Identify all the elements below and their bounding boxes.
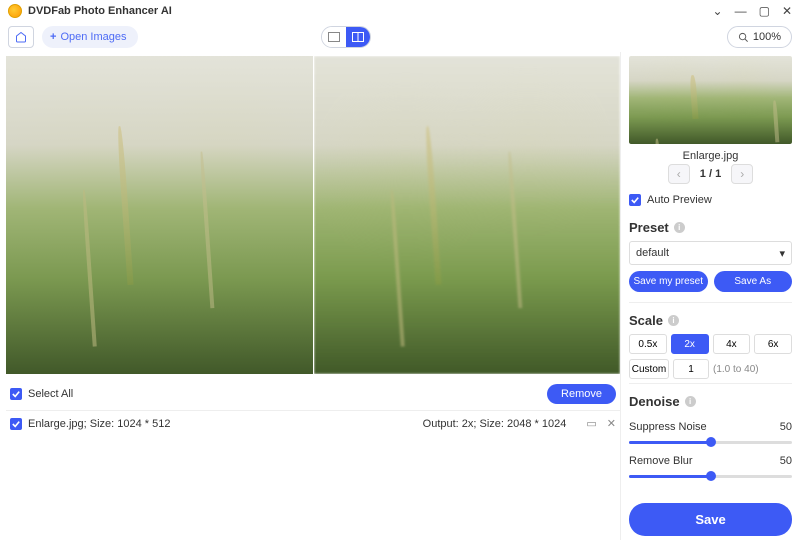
select-all-label: Select All (28, 388, 73, 400)
auto-preview-checkbox[interactable] (629, 194, 641, 206)
open-folder-icon[interactable]: ▭ (586, 417, 596, 430)
view-mode-toggle (321, 26, 371, 48)
preset-title-text: Preset (629, 220, 669, 235)
single-pane-icon (328, 32, 340, 42)
window-controls: ⌄ — ▢ ✕ (713, 4, 792, 18)
scale-0-5x[interactable]: 0.5x (629, 334, 667, 354)
file-checkbox[interactable] (10, 418, 22, 430)
scale-buttons: 0.5x 2x 4x 6x (629, 334, 792, 354)
suppress-noise-slider[interactable] (629, 435, 792, 449)
check-icon (12, 390, 20, 398)
list-controls: Select All Remove (6, 374, 620, 410)
info-icon[interactable]: i (674, 222, 685, 233)
scale-4x[interactable]: 4x (713, 334, 751, 354)
save-as-button[interactable]: Save As (714, 271, 793, 292)
remove-blur-label: Remove Blur (629, 455, 693, 467)
close-icon[interactable]: ✕ (782, 4, 792, 18)
auto-preview-label: Auto Preview (647, 194, 712, 206)
preview-compare (6, 56, 620, 374)
check-icon (12, 420, 20, 428)
info-icon[interactable]: i (668, 315, 679, 326)
view-single-button[interactable] (322, 27, 346, 47)
remove-button[interactable]: Remove (547, 384, 616, 404)
scale-heading: Scale i (629, 307, 792, 334)
split-pane-icon (352, 32, 364, 42)
file-row: Enlarge.jpg; Size: 1024 * 512 Output: 2x… (6, 410, 620, 436)
chevron-down-icon: ▾ (779, 247, 785, 260)
preview-before[interactable] (6, 56, 313, 374)
remove-blur-slider[interactable] (629, 469, 792, 483)
home-button[interactable] (8, 26, 34, 48)
image-counter: 1 / 1 (700, 168, 721, 180)
maximize-icon[interactable]: ▢ (759, 4, 770, 18)
toolbar: + Open Images 100% (0, 22, 800, 52)
app-title: DVDFab Photo Enhancer AI (28, 5, 172, 17)
suppress-noise-label: Suppress Noise (629, 421, 707, 433)
preset-heading: Preset i (629, 214, 792, 241)
open-images-label: Open Images (60, 31, 126, 43)
view-split-button[interactable] (346, 27, 370, 47)
check-icon (631, 196, 639, 204)
scale-6x[interactable]: 6x (754, 334, 792, 354)
main-panel: Select All Remove Enlarge.jpg; Size: 102… (0, 52, 620, 540)
titlebar: DVDFab Photo Enhancer AI ⌄ — ▢ ✕ (0, 0, 800, 22)
home-icon (15, 31, 27, 43)
scale-title-text: Scale (629, 313, 663, 328)
scale-custom-input[interactable] (673, 359, 709, 379)
scale-range-hint: (1.0 to 40) (713, 364, 759, 375)
file-output-label: Output: 2x; Size: 2048 * 1024 (423, 418, 567, 430)
plus-icon: + (50, 31, 56, 43)
open-images-button[interactable]: + Open Images (42, 26, 138, 48)
thumbnail[interactable] (629, 56, 792, 144)
file-info-label: Enlarge.jpg; Size: 1024 * 512 (28, 418, 171, 430)
sidebar: Enlarge.jpg ‹ 1 / 1 › Auto Preview Prese… (620, 52, 800, 540)
preset-value: default (636, 247, 669, 259)
info-icon[interactable]: i (685, 396, 696, 407)
remove-file-icon[interactable]: ✕ (607, 417, 616, 430)
prev-image-button[interactable]: ‹ (668, 164, 690, 184)
scale-custom-button[interactable]: Custom (629, 359, 669, 379)
minimize-icon[interactable]: — (735, 4, 747, 18)
save-button[interactable]: Save (629, 503, 792, 536)
app-logo-icon (8, 4, 22, 18)
denoise-title-text: Denoise (629, 394, 680, 409)
magnifier-icon (738, 32, 749, 43)
preset-select[interactable]: default ▾ (629, 241, 792, 265)
suppress-noise-value: 50 (780, 421, 792, 433)
save-preset-button[interactable]: Save my preset (629, 271, 708, 292)
denoise-heading: Denoise i (629, 388, 792, 415)
select-all-checkbox[interactable] (10, 388, 22, 400)
scale-2x[interactable]: 2x (671, 334, 709, 354)
zoom-value: 100% (753, 31, 781, 43)
thumbnail-filename: Enlarge.jpg (629, 144, 792, 164)
zoom-control[interactable]: 100% (727, 26, 792, 48)
preview-after[interactable] (314, 56, 621, 374)
next-image-button[interactable]: › (731, 164, 753, 184)
remove-blur-value: 50 (780, 455, 792, 467)
settings-menu-icon[interactable]: ⌄ (713, 4, 723, 18)
